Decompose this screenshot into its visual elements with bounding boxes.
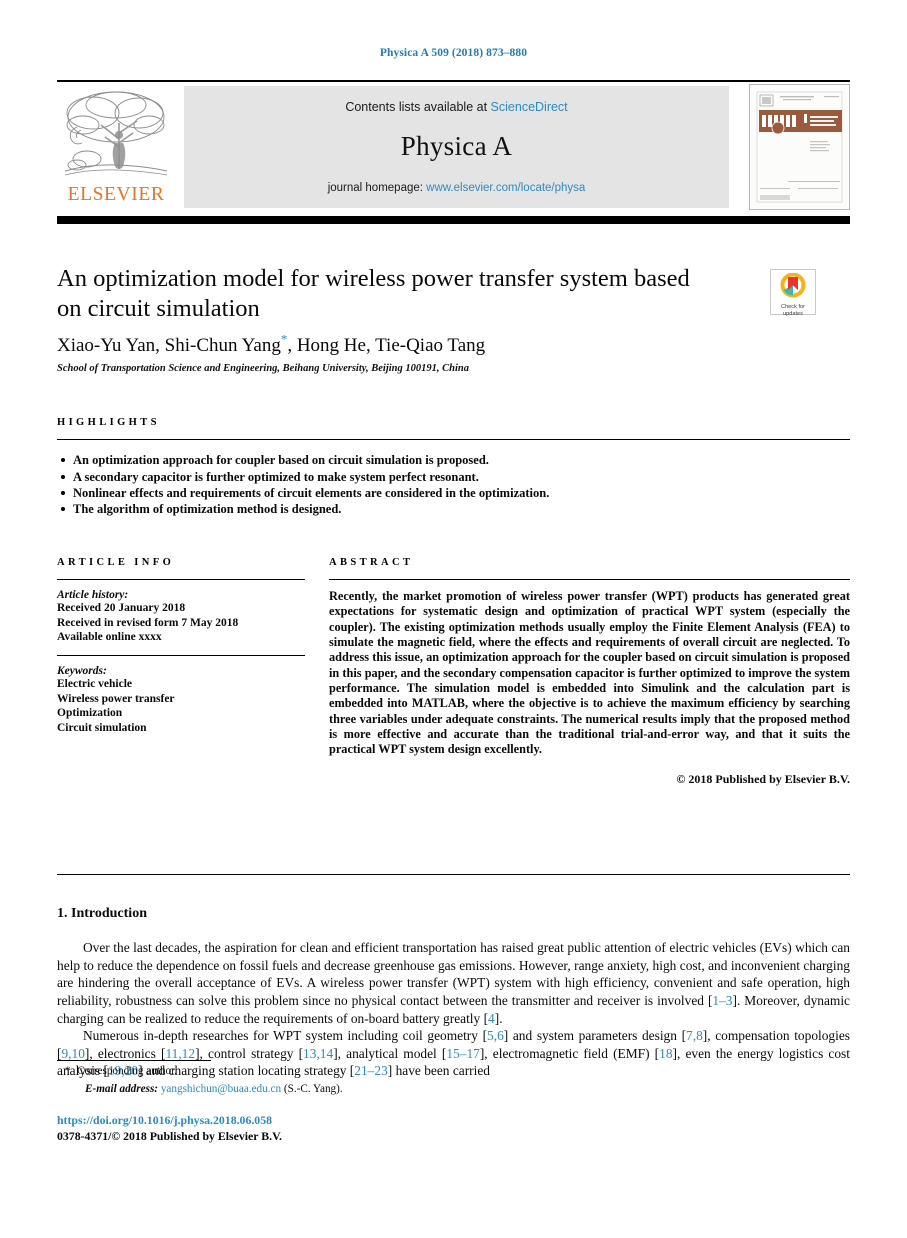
abstract-copyright: © 2018 Published by Elsevier B.V.	[676, 772, 850, 787]
article-history-received: Received 20 January 2018	[57, 602, 186, 615]
footnote-rule	[57, 1060, 211, 1061]
citation-link[interactable]: 7,8	[686, 1028, 703, 1043]
list-item: Nonlinear effects and requirements of ci…	[57, 485, 850, 501]
title-block: An optimization model for wireless power…	[57, 264, 850, 374]
intro-p2-text-a: Numerous in-depth researches for WPT sys…	[83, 1028, 488, 1044]
article-info-heading: ARTICLE INFO	[57, 557, 175, 569]
intro-p1-text-c: ].	[494, 1010, 503, 1026]
journal-cover-thumbnail	[749, 84, 850, 210]
citation-link[interactable]: 4	[488, 1011, 495, 1026]
running-head: Physica A 509 (2018) 873–880	[379, 47, 528, 59]
contents-available-line: Contents lists available at ScienceDirec…	[185, 87, 728, 114]
keyword-item: Optimization	[57, 707, 123, 720]
info-abstract-row: ARTICLE INFO Article history: Received 2…	[57, 557, 850, 857]
page-content: Physica A 509 (2018) 873–880 ELSEVIER Co…	[57, 0, 850, 1080]
article-info-rule	[57, 579, 305, 581]
crossmark-label-line1: Check for	[781, 304, 805, 310]
highlights-list: An optimization approach for coupler bas…	[57, 452, 850, 517]
journal-homepage-label: journal homepage:	[327, 182, 423, 194]
list-item: A secondary capacitor is further optimiz…	[57, 469, 850, 485]
author-list: Xiao-Yu Yan, Shi-Chun Yang*, Hong He, Ti…	[57, 332, 850, 357]
abstract-heading: ABSTRACT	[329, 557, 414, 569]
masthead-top-rule	[57, 80, 850, 82]
masthead-center-panel: Contents lists available at ScienceDirec…	[184, 86, 729, 208]
abstract-bottom-rule	[57, 874, 850, 876]
citation-link[interactable]: 5,6	[487, 1028, 504, 1043]
introduction-section: 1. Introduction Over the last decades, t…	[57, 906, 850, 1080]
abstract-column: ABSTRACT Recently, the market promotion …	[329, 557, 850, 787]
contents-available-text: Contents lists available at	[345, 100, 488, 114]
keywords-label: Keywords:	[57, 664, 107, 677]
list-item: An optimization approach for coupler bas…	[57, 452, 850, 468]
masthead-black-bar	[57, 216, 850, 224]
issn-copyright-line: 0378-4371/© 2018 Published by Elsevier B…	[57, 1129, 283, 1143]
article-info-column: ARTICLE INFO Article history: Received 2…	[57, 557, 305, 735]
email-owner: (S.-C. Yang).	[283, 1082, 343, 1095]
keyword-item: Electric vehicle	[57, 677, 133, 690]
journal-cover-image	[750, 85, 849, 209]
citation-link[interactable]: 15–17	[446, 1046, 479, 1061]
crossmark-icon	[780, 272, 806, 298]
author-names: Xiao-Yu Yan, Shi-Chun Yang*, Hong He, Ti…	[57, 332, 486, 357]
footnote-star-marker: *	[65, 1065, 71, 1077]
article-history-revised: Received in revised form 7 May 2018	[57, 616, 239, 629]
journal-homepage-line: journal homepage: www.elsevier.com/locat…	[185, 182, 728, 194]
intro-p2-text-d: ], electronics [	[84, 1045, 166, 1061]
abstract-text: Recently, the market promotion of wirele…	[329, 589, 850, 757]
highlights-rule	[57, 439, 850, 441]
article-history-label: Article history:	[57, 589, 129, 602]
sciencedirect-link[interactable]: ScienceDirect	[491, 100, 568, 114]
list-item: The algorithm of optimization method is …	[57, 501, 850, 517]
elsevier-wordmark: ELSEVIER	[67, 184, 165, 205]
keywords-rule	[57, 654, 305, 656]
elsevier-logo: ELSEVIER	[57, 83, 175, 211]
intro-p2-text-e: ], control strategy [	[195, 1045, 304, 1061]
citation-link[interactable]: 11,12	[165, 1046, 195, 1061]
citation-link[interactable]: 9,10	[61, 1046, 84, 1061]
crossmark-label-line2: updates	[783, 311, 803, 318]
crossmark-badge[interactable]: Check for updates	[770, 269, 816, 318]
intro-p2-text-f: ], analytical model [	[333, 1045, 447, 1061]
highlights-heading: HIGHLIGHTS	[57, 417, 160, 429]
doi-link[interactable]: https://doi.org/10.1016/j.physa.2018.06.…	[57, 1113, 850, 1128]
citation-link[interactable]: 1–3	[712, 993, 732, 1008]
journal-masthead: ELSEVIER Contents lists available at Sci…	[57, 80, 850, 211]
email-link[interactable]: yangshichun@buaa.edu.cn	[161, 1083, 281, 1095]
corresponding-author-marker: *	[280, 332, 288, 347]
journal-title: Physica A	[400, 131, 513, 161]
highlights-section: HIGHLIGHTS An optimization approach for …	[57, 417, 850, 517]
section-heading-introduction: 1. Introduction	[57, 906, 147, 922]
paper-page: Physica A 509 (2018) 873–880 ELSEVIER Co…	[0, 0, 907, 1238]
keyword-item: Wireless power transfer	[57, 692, 175, 705]
page-footer: * Corresponding author. E-mail address: y…	[57, 1060, 850, 1144]
citation-link[interactable]: 18	[659, 1046, 672, 1061]
email-label: E-mail address:	[85, 1082, 159, 1095]
elsevier-tree-icon	[61, 85, 171, 185]
intro-p2-text-g: ], electromagnetic field (EMF) [	[479, 1045, 660, 1061]
intro-p2-text-b: ] and system parameters design [	[503, 1028, 687, 1044]
corresponding-author-text: Corresponding author.	[77, 1065, 178, 1077]
introduction-paragraph-1: Over the last decades, the aspiration fo…	[57, 939, 850, 1027]
email-line: E-mail address: yangshichun@buaa.edu.cn …	[57, 1082, 850, 1097]
corresponding-author-line: * Corresponding author.	[57, 1064, 850, 1079]
keyword-item: Circuit simulation	[57, 721, 147, 734]
article-history-online: Available online xxxx	[57, 631, 162, 644]
citation-link[interactable]: 13,14	[303, 1046, 333, 1061]
journal-homepage-link[interactable]: www.elsevier.com/locate/physa	[426, 182, 585, 194]
page-title: An optimization model for wireless power…	[57, 265, 690, 322]
affiliation: School of Transportation Science and Eng…	[57, 363, 469, 375]
abstract-rule	[329, 579, 850, 581]
